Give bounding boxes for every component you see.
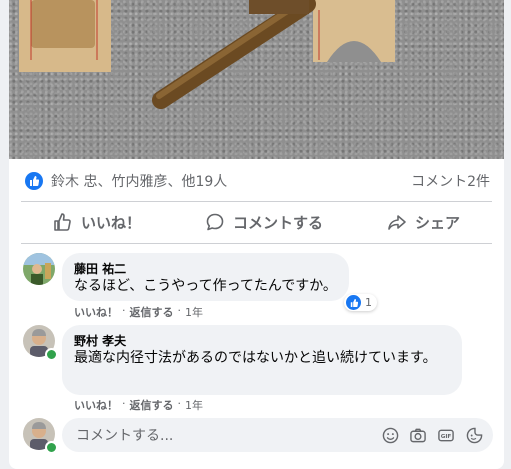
- comment-timestamp[interactable]: 1年: [185, 304, 203, 320]
- wood-groove-left: [31, 0, 95, 48]
- reactions-summary[interactable]: 鈴木 忠、竹内雅彦、他19人: [25, 171, 227, 191]
- action-bar: いいね！ コメントする シェア: [21, 206, 492, 238]
- divider-top: [21, 201, 492, 202]
- comment-reply-link[interactable]: 返信する: [130, 304, 174, 320]
- comment-text: 最適な内径寸法があるのではないかと追い続けています。: [74, 350, 437, 366]
- comment-reaction-count[interactable]: 1: [344, 294, 377, 311]
- comment-text: なるほど、こうやって作ってたんですか。: [74, 278, 337, 294]
- comment-button[interactable]: コメントする: [205, 212, 323, 233]
- share-arrow-icon: [388, 215, 406, 230]
- like-button[interactable]: いいね！: [53, 212, 141, 233]
- comment-button-label: コメントする: [232, 213, 323, 232]
- dowel-rod: [152, 0, 316, 109]
- comment-author[interactable]: 藤田 祐二: [74, 261, 337, 277]
- reaction-count-value: 1: [365, 296, 372, 309]
- comment-input[interactable]: [74, 418, 368, 454]
- comment-like-link[interactable]: いいね！: [74, 304, 118, 320]
- avatar[interactable]: [23, 253, 55, 285]
- camera-icon[interactable]: [409, 426, 427, 444]
- gif-icon[interactable]: GIF: [437, 426, 455, 444]
- divider-bottom: [21, 243, 492, 244]
- comment-item: 野村 孝夫 最適な内径寸法があるのではないかと追い続けています。 いいね！ · …: [23, 325, 493, 413]
- comment-meta: いいね！ · 返信する · 1年: [74, 304, 203, 320]
- post-card: 鈴木 忠、竹内雅彦、他19人 コメント2件 いいね！ コメントする シェア 藤田…: [9, 0, 504, 469]
- like-reaction-icon: [346, 295, 361, 310]
- like-button-label: いいね！: [80, 213, 141, 232]
- comment-like-link[interactable]: いいね！: [74, 397, 118, 413]
- thumbs-up-icon: [54, 213, 71, 231]
- comment-meta: いいね！ · 返信する · 1年: [74, 397, 203, 413]
- svg-text:GIF: GIF: [441, 433, 452, 439]
- post-photo[interactable]: [9, 0, 504, 159]
- reactions-names[interactable]: 鈴木 忠、竹内雅彦、他19人: [51, 171, 227, 191]
- comment-item: 藤田 祐二 なるほど、こうやって作ってたんですか。 1 いいね！ · 返信する …: [23, 253, 493, 320]
- online-status-indicator: [45, 441, 58, 454]
- like-reaction-icon: [25, 172, 43, 190]
- comment-composer: GIF: [23, 418, 493, 454]
- comment-bubble[interactable]: 藤田 祐二 なるほど、こうやって作ってたんですか。: [62, 253, 349, 301]
- share-button-label: シェア: [414, 213, 460, 232]
- comment-input-box[interactable]: GIF: [62, 418, 493, 454]
- online-status-indicator: [45, 348, 58, 361]
- share-button[interactable]: シェア: [387, 212, 460, 233]
- comment-bubble-icon: [206, 213, 224, 231]
- photo-content: [19, 0, 395, 109]
- comment-count[interactable]: コメント2件: [411, 171, 490, 191]
- comment-reply-link[interactable]: 返信する: [130, 397, 174, 413]
- composer-icons: GIF: [381, 426, 483, 444]
- emoji-icon[interactable]: [381, 426, 399, 444]
- comment-bubble[interactable]: 野村 孝夫 最適な内径寸法があるのではないかと追い続けています。: [62, 325, 462, 395]
- comment-timestamp[interactable]: 1年: [185, 397, 203, 413]
- reactions-bar: 鈴木 忠、竹内雅彦、他19人 コメント2件: [25, 168, 490, 194]
- sticker-icon[interactable]: [465, 426, 483, 444]
- comment-author[interactable]: 野村 孝夫: [74, 333, 450, 349]
